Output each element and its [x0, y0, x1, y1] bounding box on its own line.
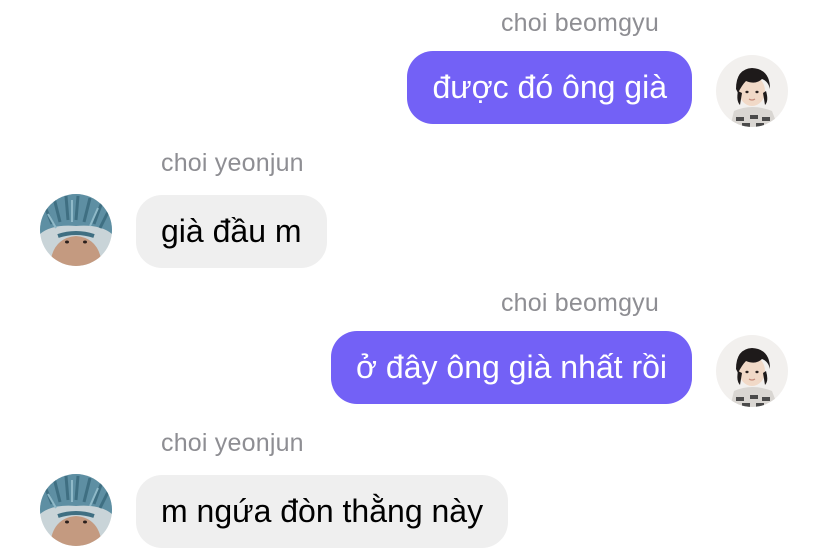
- avatar-yeonjun[interactable]: [40, 474, 112, 546]
- sender-name: choi yeonjun: [161, 429, 304, 457]
- avatar-yeonjun[interactable]: [40, 194, 112, 266]
- message-bubble[interactable]: ở đây ông già nhất rồi: [331, 331, 692, 404]
- avatar-beomgyu[interactable]: [716, 335, 788, 407]
- message-group-incoming: choi yeonjun già đầu m: [0, 148, 828, 268]
- sender-name: choi beomgyu: [500, 289, 659, 317]
- message-bubble[interactable]: được đó ông già: [407, 51, 692, 124]
- chat-thread: choi beomgyu được đó ông già choi yeonju…: [0, 0, 828, 554]
- sender-name: choi yeonjun: [161, 149, 304, 177]
- message-bubble[interactable]: m ngứa đòn thằng này: [136, 475, 509, 548]
- message-group-outgoing: choi beomgyu ở đây ông già nhất rồi: [0, 288, 828, 408]
- message-bubble[interactable]: già đầu m: [136, 195, 327, 268]
- message-group-incoming: choi yeonjun m ngứa đòn thằng này: [0, 428, 828, 548]
- avatar-beomgyu[interactable]: [716, 55, 788, 127]
- message-group-outgoing: choi beomgyu được đó ông già: [0, 8, 828, 128]
- sender-name: choi beomgyu: [500, 9, 659, 37]
